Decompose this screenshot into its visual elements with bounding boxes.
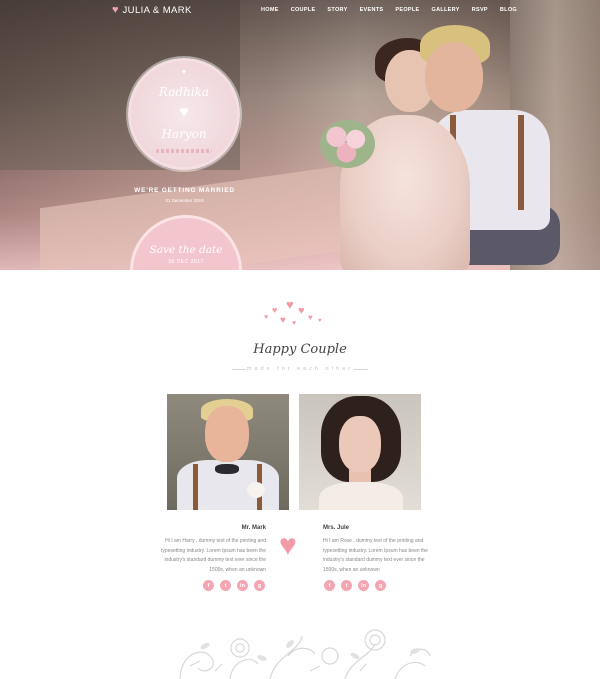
bow-tie bbox=[215, 464, 239, 474]
linkedin-icon[interactable]: in bbox=[358, 580, 369, 591]
badge-ornament bbox=[156, 149, 212, 153]
top-nav: ♥ JULIA & MARK HOME COUPLE STORY EVENTS … bbox=[0, 0, 600, 22]
save-date: 30 DEC 2017 bbox=[168, 259, 204, 265]
hero-date: 31 December 2019 bbox=[165, 198, 204, 203]
heart-icon: ♥ bbox=[181, 69, 187, 76]
groom-bio: Hi I am Harry , dummy text of the printi… bbox=[161, 538, 266, 573]
heart-icon: ♥ bbox=[112, 4, 119, 16]
hero-section: ♥ JULIA & MARK HOME COUPLE STORY EVENTS … bbox=[0, 0, 600, 270]
boutonniere bbox=[247, 482, 265, 498]
divider bbox=[354, 369, 368, 370]
heart-icon: ♥ bbox=[279, 529, 297, 562]
bride-face bbox=[339, 416, 381, 472]
bride-name: Mrs. Jule bbox=[323, 525, 350, 531]
bride-social-links: f t in g bbox=[324, 580, 386, 591]
logo-text: JULIA & MARK bbox=[122, 5, 192, 16]
linkedin-icon[interactable]: in bbox=[237, 580, 248, 591]
main-menu: HOME COUPLE STORY EVENTS PEOPLE GALLERY … bbox=[261, 7, 517, 13]
save-title: Save the date bbox=[149, 244, 223, 256]
hearts-ornament-icon: ♥ ♥ ♥ ♥ ♥ ♥ ♥ ♥ bbox=[264, 297, 322, 327]
groom-brace bbox=[518, 115, 524, 210]
facebook-icon[interactable]: f bbox=[324, 580, 335, 591]
twitter-icon[interactable]: t bbox=[220, 580, 231, 591]
nav-rsvp[interactable]: RSVP bbox=[472, 7, 488, 13]
couple-name-badge: ♥ Radhika ♥ Haryon bbox=[128, 58, 240, 170]
google-plus-icon[interactable]: g bbox=[254, 580, 265, 591]
nav-people[interactable]: PEOPLE bbox=[395, 7, 419, 13]
groom-face bbox=[205, 406, 249, 462]
bouquet bbox=[320, 120, 375, 168]
badge-name-first: Radhika bbox=[158, 85, 210, 99]
twitter-icon[interactable]: t bbox=[341, 580, 352, 591]
groom-brace bbox=[193, 464, 198, 510]
google-plus-icon[interactable]: g bbox=[375, 580, 386, 591]
section-title: Happy Couple bbox=[253, 342, 347, 357]
nav-events[interactable]: EVENTS bbox=[360, 7, 384, 13]
section-subtitle: made for each other bbox=[246, 366, 354, 372]
site-logo[interactable]: ♥ JULIA & MARK bbox=[112, 4, 192, 17]
nav-blog[interactable]: BLOG bbox=[500, 7, 517, 13]
nav-home[interactable]: HOME bbox=[261, 7, 279, 13]
bride-photo bbox=[299, 394, 421, 510]
heart-icon: ♥ bbox=[179, 104, 189, 121]
groom-photo bbox=[167, 394, 289, 510]
facebook-icon[interactable]: f bbox=[203, 580, 214, 591]
groom-social-links: f t in g bbox=[203, 580, 265, 591]
nav-couple[interactable]: COUPLE bbox=[291, 7, 316, 13]
bride-bio: Hi I am Rose , dummy text of the printin… bbox=[323, 538, 428, 573]
badge-name-second: Haryon bbox=[161, 127, 207, 141]
nav-gallery[interactable]: GALLERY bbox=[432, 7, 460, 13]
groom-name: Mr. Mark bbox=[241, 525, 266, 531]
nav-story[interactable]: STORY bbox=[327, 7, 347, 13]
bride-dress bbox=[319, 482, 403, 510]
floral-ornament-icon bbox=[179, 629, 431, 679]
groom-head bbox=[425, 42, 483, 112]
couple-photo bbox=[300, 20, 560, 270]
hero-headline: WE'RE GETTING MARRIED bbox=[134, 187, 235, 194]
